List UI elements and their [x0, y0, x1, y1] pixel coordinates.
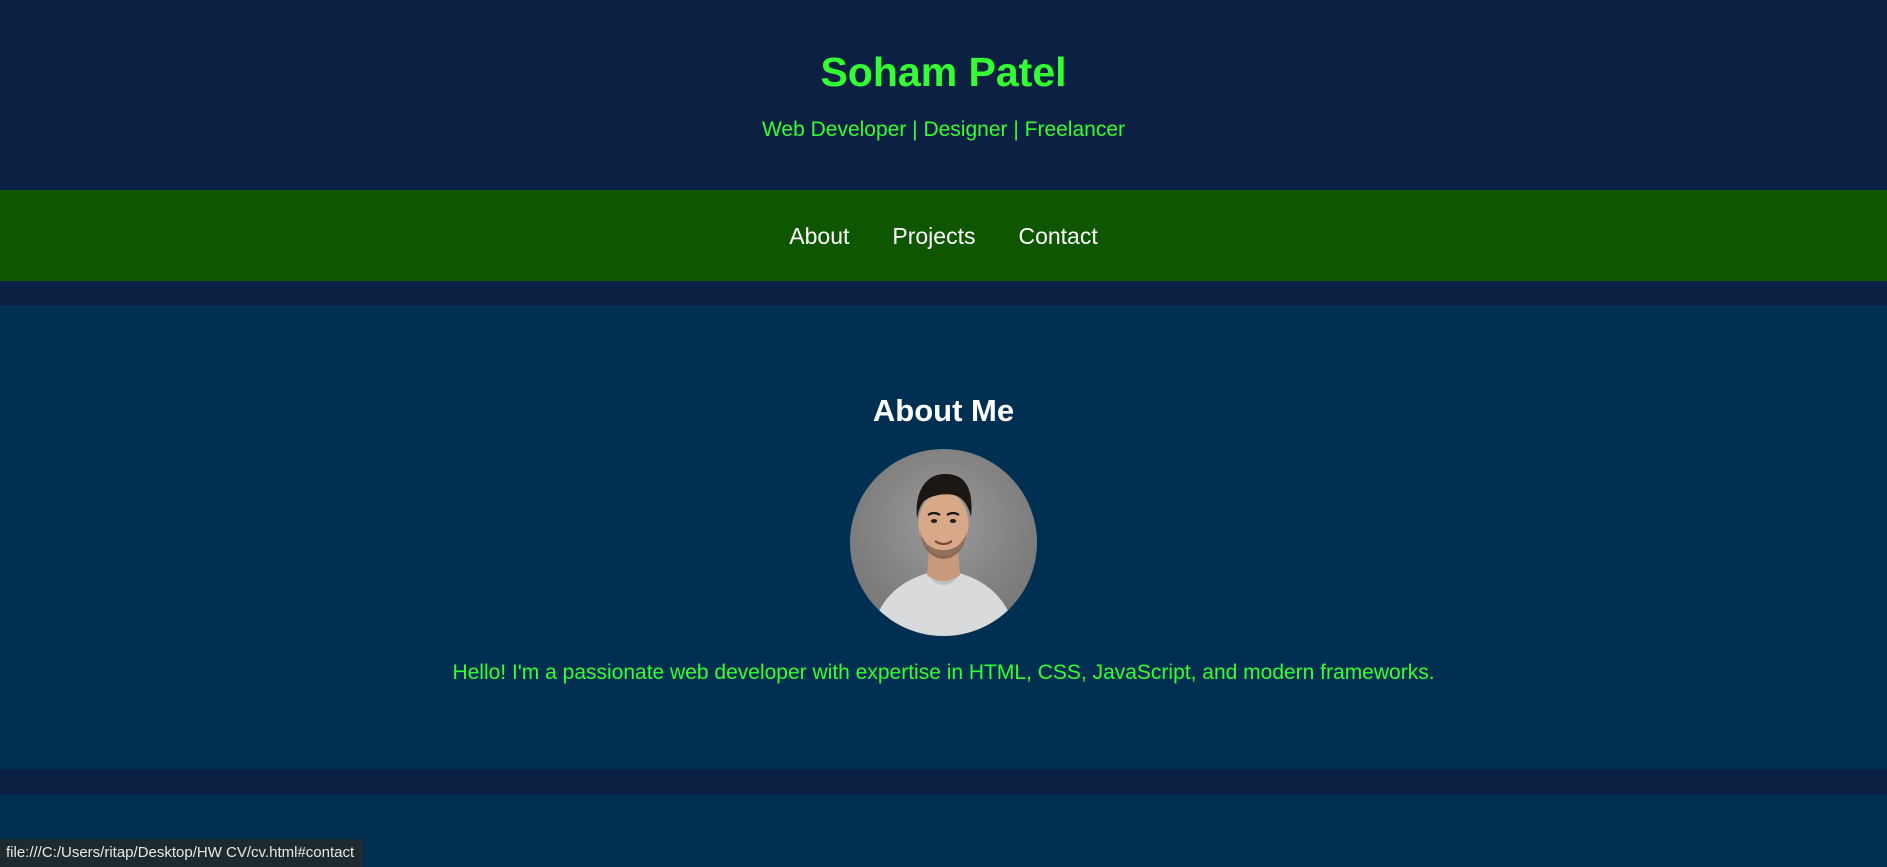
about-section: About Me Hello! I'm a passionate web dev…: [0, 305, 1887, 769]
about-description: Hello! I'm a passionate web developer wi…: [452, 661, 1435, 684]
browser-status-bar: file:///C:/Users/ritap/Desktop/HW CV/cv.…: [0, 839, 364, 867]
about-heading: About Me: [872, 393, 1015, 428]
section-divider: [0, 769, 1887, 794]
nav-link-contact[interactable]: Contact: [1018, 222, 1097, 250]
page: Soham Patel Web Developer | Designer | F…: [0, 0, 1887, 867]
main-nav: About Projects Contact: [0, 190, 1887, 281]
site-header: Soham Patel Web Developer | Designer | F…: [0, 0, 1887, 190]
avatar: [850, 449, 1037, 636]
site-subtitle: Web Developer | Designer | Freelancer: [761, 118, 1126, 141]
nav-link-projects[interactable]: Projects: [892, 222, 975, 250]
nav-link-about[interactable]: About: [789, 222, 849, 250]
section-divider: [0, 281, 1887, 305]
profile-photo-icon: [870, 473, 1017, 636]
page-title: Soham Patel: [820, 49, 1067, 95]
